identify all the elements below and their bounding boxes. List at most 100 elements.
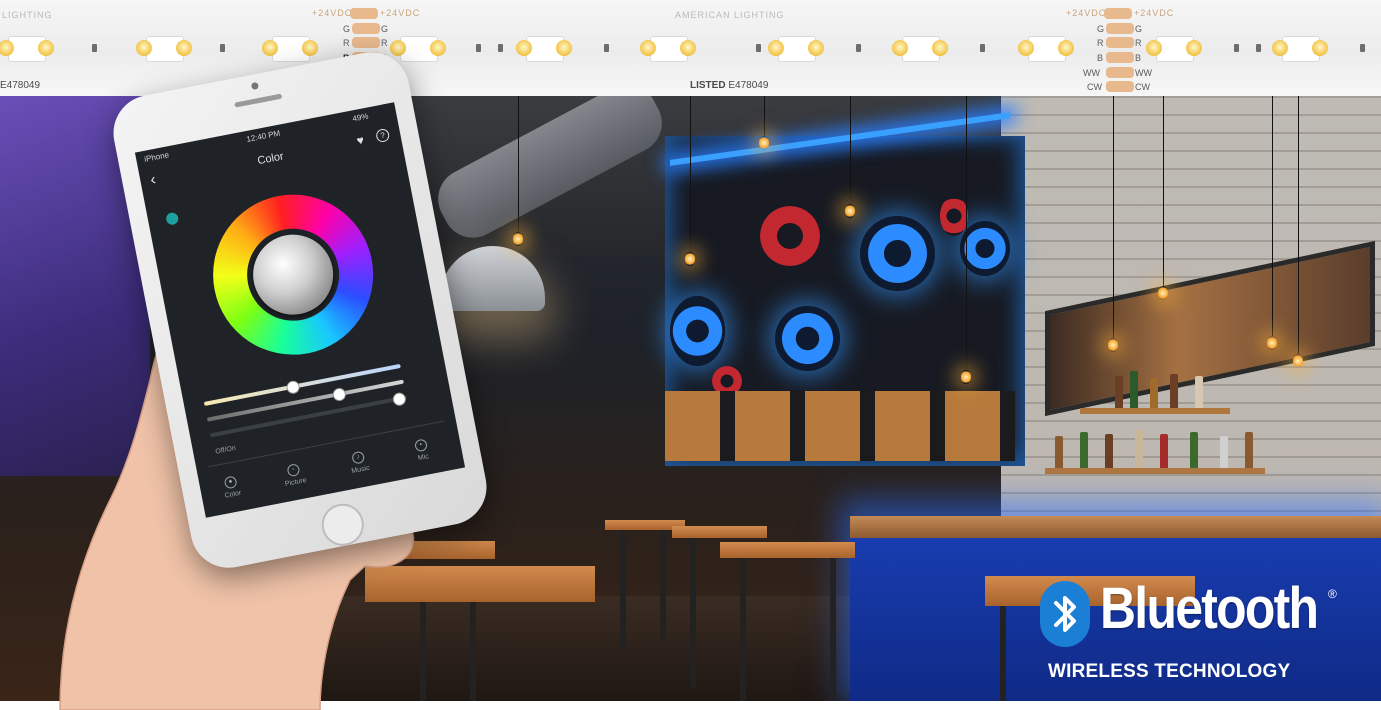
- gear-decoration: [860, 216, 935, 291]
- status-time: 12:40 PM: [245, 128, 281, 144]
- pin-label: WW: [1135, 68, 1152, 78]
- pin-label: G: [1135, 24, 1143, 34]
- home-button[interactable]: [318, 500, 368, 550]
- tab-picture[interactable]: ▫ Picture: [268, 460, 321, 491]
- bulb-wire: [690, 96, 691, 252]
- edison-bulb: [845, 204, 855, 218]
- bottle-shelf: [1045, 468, 1265, 474]
- slider-thumb[interactable]: [391, 391, 407, 407]
- floor: [300, 596, 860, 701]
- camera-icon: [250, 81, 260, 91]
- solder-pad: [1106, 23, 1134, 34]
- bulb-wire: [966, 96, 967, 370]
- pin-label: B: [1135, 53, 1142, 63]
- bottle: [1150, 378, 1158, 408]
- voltage-label: +24VDC: [312, 8, 353, 18]
- gear-decoration: [760, 206, 820, 266]
- bottle: [1135, 430, 1143, 468]
- led-chip: [888, 34, 952, 62]
- table-leg: [830, 558, 836, 701]
- bluetooth-badge: Bluetooth ® WIRELESS TECHNOLOGY: [1040, 576, 1340, 691]
- pin-label: R: [343, 38, 350, 48]
- resistor: [498, 44, 503, 52]
- pin-label: R: [1135, 38, 1142, 48]
- bulb-wire: [764, 96, 765, 136]
- app-screen: iPhone 12:40 PM 49% ‹ Color ♥ ? Off/On ●…: [134, 102, 466, 518]
- solder-pad: [1106, 52, 1134, 63]
- current-color-swatch[interactable]: [165, 211, 180, 226]
- solder-pad: [352, 37, 380, 48]
- table-leg: [420, 602, 426, 701]
- resistor: [1234, 44, 1239, 52]
- tab-label: Music: [350, 464, 371, 476]
- pin-label: G: [1097, 24, 1105, 34]
- led-chip: [764, 34, 828, 62]
- bluetooth-wordmark: Bluetooth: [1100, 576, 1319, 641]
- edison-bulb: [1158, 286, 1168, 300]
- resistor: [1256, 44, 1261, 52]
- status-carrier: iPhone: [143, 150, 170, 164]
- bottle: [1220, 436, 1228, 468]
- resistor: [756, 44, 761, 52]
- led-chip: [636, 34, 700, 62]
- led-chip: [1268, 34, 1332, 62]
- mic-tab-icon: •: [414, 438, 429, 453]
- bulb-wire: [1113, 96, 1114, 338]
- led-chip: [0, 34, 58, 62]
- ul-listed-mark: LISTED E478049: [690, 80, 768, 91]
- table-leg: [660, 530, 666, 640]
- tab-color[interactable]: ● Color: [205, 472, 258, 503]
- resistor: [856, 44, 861, 52]
- music-tab-icon: ♪: [351, 450, 366, 465]
- speaker-grille: [234, 93, 283, 108]
- color-wheel[interactable]: [199, 180, 387, 369]
- pin-label: CW: [1087, 82, 1102, 92]
- resistor: [980, 44, 985, 52]
- bottle: [1130, 371, 1138, 408]
- resistor: [1360, 44, 1365, 52]
- bottle: [1195, 376, 1203, 408]
- bottle: [1160, 434, 1168, 468]
- slider-thumb[interactable]: [285, 379, 301, 395]
- stool: [672, 526, 767, 538]
- led-chip: [132, 34, 196, 62]
- solder-pad: [350, 8, 378, 19]
- led-chip: [1142, 34, 1206, 62]
- resistor: [476, 44, 481, 52]
- bulb-wire: [1298, 96, 1299, 354]
- solder-pad: [352, 23, 380, 34]
- tab-music[interactable]: ♪ Music: [333, 447, 386, 478]
- resistor: [220, 44, 225, 52]
- edison-bulb: [513, 232, 523, 246]
- tab-label: Picture: [284, 476, 308, 488]
- bottle: [1055, 436, 1063, 468]
- edison-bulb: [1108, 338, 1118, 352]
- bottle: [1190, 432, 1198, 468]
- bulb-wire: [518, 96, 519, 232]
- tab-label: Mic: [417, 453, 430, 463]
- table-leg: [620, 530, 626, 650]
- tab-label: Color: [224, 489, 242, 500]
- edison-bulb: [685, 252, 695, 266]
- bluetooth-icon: [1040, 581, 1090, 647]
- edison-bulb: [1267, 336, 1277, 350]
- off-on-label: Off/On: [214, 444, 237, 456]
- gear-decoration: [940, 196, 968, 236]
- led-chip: [512, 34, 576, 62]
- tab-mic[interactable]: • Mic: [395, 435, 448, 466]
- led-chip: [1014, 34, 1078, 62]
- resistor: [604, 44, 609, 52]
- bulb-wire: [850, 96, 851, 204]
- led-chip: [386, 34, 450, 62]
- gear-decoration: [670, 296, 725, 366]
- listing-number-left: E478049: [0, 80, 41, 91]
- stool: [720, 542, 855, 558]
- wood-panel-band: [665, 391, 1015, 461]
- table-leg: [740, 558, 746, 701]
- slider-thumb[interactable]: [331, 386, 347, 403]
- gear-decoration: [775, 306, 840, 371]
- voltage-label: +24VDC: [1134, 8, 1175, 18]
- table-leg: [1000, 606, 1006, 701]
- solder-pad: [1106, 37, 1134, 48]
- bottle: [1080, 432, 1088, 468]
